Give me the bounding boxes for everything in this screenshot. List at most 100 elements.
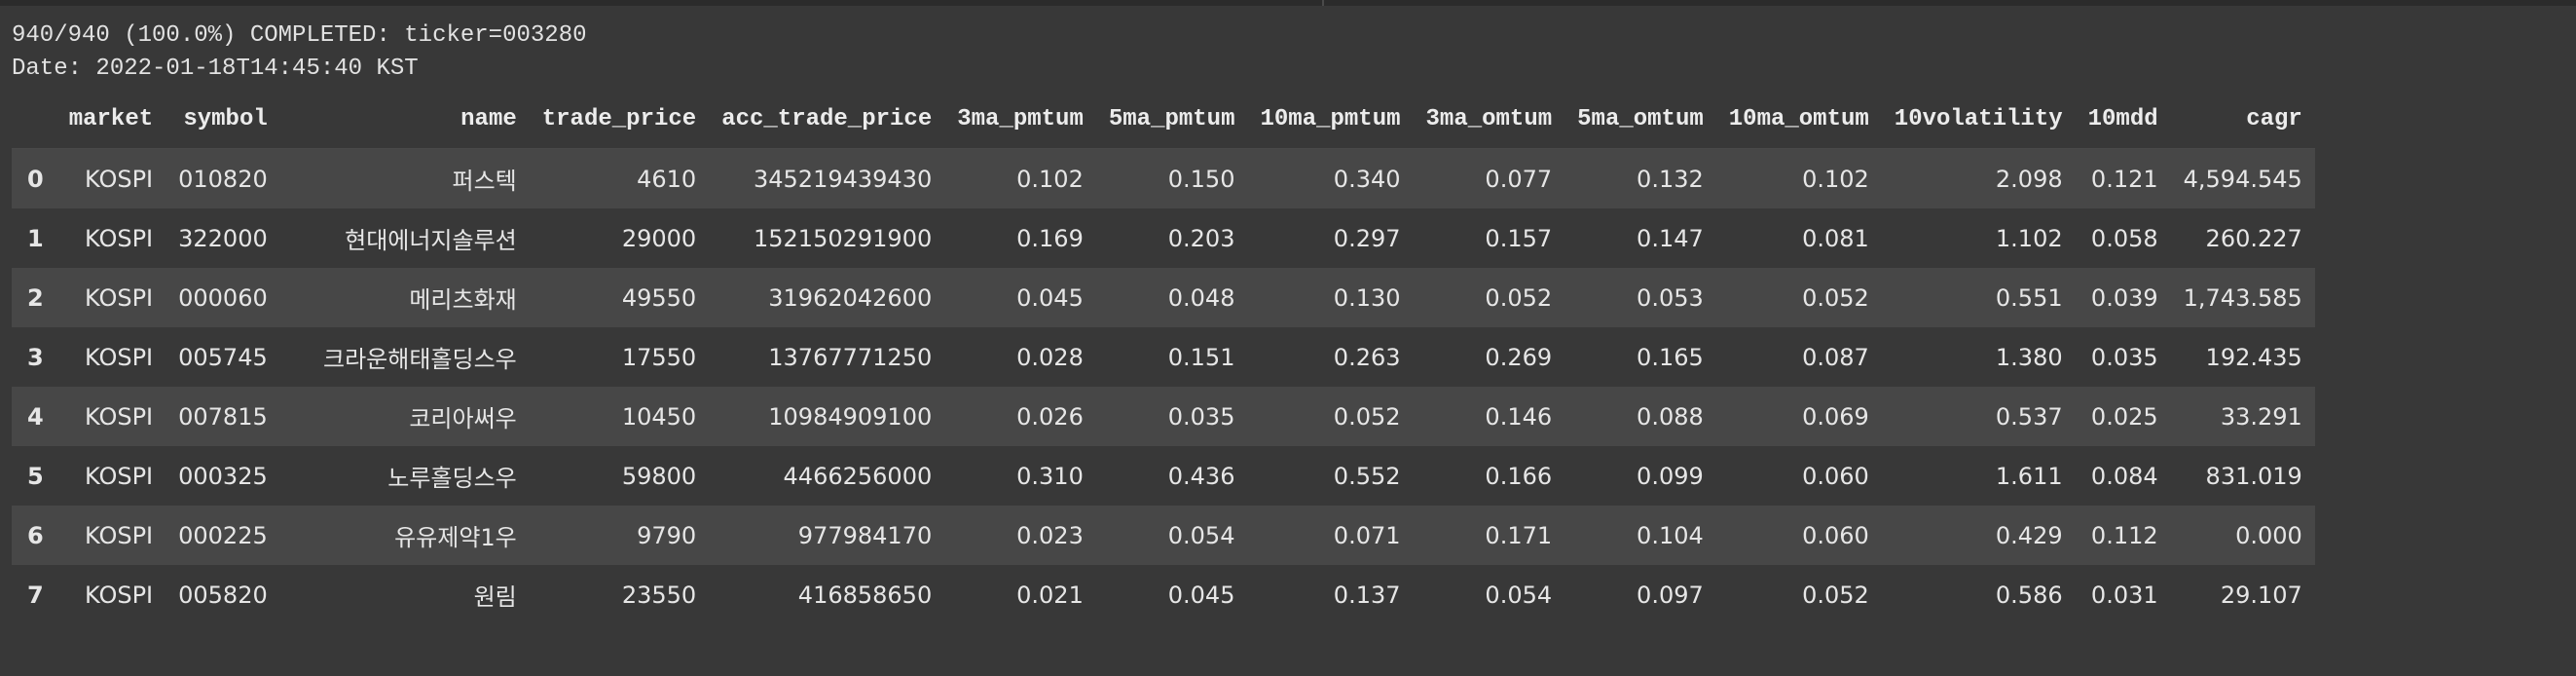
cell-5ma-omtum: 0.132: [1637, 165, 1704, 193]
cell-10volatility: 0.429: [1995, 521, 2063, 549]
cell-3ma-pmtum: 0.028: [1016, 343, 1084, 371]
cell-10ma-pmtum: 0.552: [1333, 462, 1401, 490]
cell-10ma-pmtum: 0.297: [1333, 224, 1401, 252]
cell-market: KOSPI: [85, 402, 154, 431]
cell-name: 노루홀딩스우: [387, 465, 517, 492]
cell-5ma-pmtum: 0.151: [1167, 343, 1235, 371]
column-header-market: market: [55, 91, 166, 149]
cell-10mdd: 0.035: [2090, 343, 2158, 371]
row-index-cell: 3: [27, 343, 44, 371]
cell-trade-price: 17550: [621, 343, 697, 371]
cell-10ma-pmtum: 0.052: [1333, 402, 1401, 431]
cell-5ma-omtum: 0.147: [1637, 224, 1704, 252]
table-row: 2 KOSPI 000060 메리츠화재 49550 31962042600 0.045 0.…: [12, 268, 2315, 327]
cell-market: KOSPI: [85, 283, 154, 312]
cell-name: 크라운해태홀딩스우: [323, 346, 517, 373]
cell-3ma-omtum: 0.171: [1485, 521, 1553, 549]
cell-5ma-pmtum: 0.035: [1167, 402, 1235, 431]
cell-top-border: [0, 0, 2576, 6]
cell-10ma-omtum: 0.087: [1802, 343, 1869, 371]
row-index-cell: 0: [27, 165, 44, 193]
cell-10ma-pmtum: 0.263: [1333, 343, 1401, 371]
table-row: 3 KOSPI 005745 크라운해태홀딩스우 17550 13767771250 0.0…: [12, 327, 2315, 387]
cell-10ma-omtum: 0.069: [1802, 402, 1869, 431]
cell-market: KOSPI: [85, 343, 154, 371]
column-header-10ma-pmtum: 10ma_pmtum: [1247, 91, 1414, 149]
cell-3ma-pmtum: 0.021: [1016, 581, 1084, 609]
column-header-10volatility: 10volatility: [1881, 91, 2076, 149]
cell-symbol: 322000: [178, 224, 268, 252]
cell-5ma-omtum: 0.088: [1637, 402, 1704, 431]
cell-name: 코리아써우: [409, 405, 517, 432]
cell-10mdd: 0.058: [2090, 224, 2158, 252]
cell-10volatility: 1.102: [1995, 224, 2063, 252]
cell-3ma-pmtum: 0.310: [1016, 462, 1084, 490]
table-row: 0 KOSPI 010820 퍼스텍 4610 345219439430 0.102 0.15…: [12, 148, 2315, 208]
cell-name: 메리츠화재: [409, 286, 517, 314]
cell-3ma-omtum: 0.052: [1485, 283, 1553, 312]
cell-3ma-omtum: 0.269: [1485, 343, 1553, 371]
cell-10mdd: 0.031: [2090, 581, 2158, 609]
cell-10ma-omtum: 0.102: [1802, 165, 1869, 193]
cell-10mdd: 0.112: [2090, 521, 2158, 549]
column-header-5ma-pmtum: 5ma_pmtum: [1095, 91, 1248, 149]
row-index-cell: 1: [27, 224, 44, 252]
cell-trade-price: 4610: [637, 165, 697, 193]
cell-5ma-pmtum: 0.150: [1167, 165, 1235, 193]
cell-acc-trade-price: 10984909100: [768, 402, 933, 431]
cell-trade-price: 9790: [637, 521, 697, 549]
cell-symbol: 007815: [178, 402, 268, 431]
table-row: 6 KOSPI 000225 유유제약1우 9790 977984170 0.023 0.05…: [12, 506, 2315, 565]
cell-trade-price: 59800: [621, 462, 697, 490]
cell-3ma-omtum: 0.146: [1485, 402, 1553, 431]
cell-10mdd: 0.121: [2090, 165, 2158, 193]
column-header-10ma-omtum: 10ma_omtum: [1715, 91, 1882, 149]
cell-output: 940/940 (100.0%) COMPLETED: ticker=00328…: [12, 19, 587, 86]
column-header-cagr: cagr: [2170, 91, 2315, 149]
cell-5ma-pmtum: 0.203: [1167, 224, 1235, 252]
column-header-trade-price: trade_price: [529, 91, 710, 149]
index-column-header: [12, 91, 56, 149]
cell-cagr: 33.291: [2220, 402, 2302, 431]
cell-market: KOSPI: [85, 462, 154, 490]
column-header-5ma-omtum: 5ma_omtum: [1564, 91, 1716, 149]
cell-acc-trade-price: 31962042600: [768, 283, 933, 312]
cell-symbol: 005820: [178, 581, 268, 609]
row-index-cell: 6: [27, 521, 44, 549]
column-header-name: name: [279, 91, 530, 149]
cell-trade-price: 23550: [621, 581, 697, 609]
cell-3ma-pmtum: 0.169: [1016, 224, 1084, 252]
cell-5ma-pmtum: 0.045: [1167, 581, 1235, 609]
cell-10ma-omtum: 0.052: [1802, 581, 1869, 609]
cell-3ma-omtum: 0.077: [1485, 165, 1553, 193]
cell-10volatility: 0.586: [1995, 581, 2063, 609]
cell-symbol: 000225: [178, 521, 268, 549]
row-index-cell: 5: [27, 462, 44, 490]
cell-acc-trade-price: 152150291900: [754, 224, 933, 252]
cell-symbol: 010820: [178, 165, 268, 193]
cell-acc-trade-price: 13767771250: [768, 343, 933, 371]
row-index-cell: 7: [27, 581, 44, 609]
cell-10mdd: 0.084: [2090, 462, 2158, 490]
cell-symbol: 000060: [178, 283, 268, 312]
cell-market: KOSPI: [85, 224, 154, 252]
cell-acc-trade-price: 416858650: [797, 581, 933, 609]
cell-5ma-pmtum: 0.048: [1167, 283, 1235, 312]
column-header-acc-trade-price: acc_trade_price: [709, 91, 945, 149]
cell-10volatility: 0.537: [1995, 402, 2063, 431]
cell-name: 유유제약1우: [394, 524, 517, 551]
cell-3ma-omtum: 0.054: [1485, 581, 1553, 609]
row-index-cell: 4: [27, 402, 44, 431]
cell-name: 현대에너지솔루션: [345, 227, 517, 254]
row-index-cell: 2: [27, 283, 44, 312]
cell-acc-trade-price: 977984170: [797, 521, 933, 549]
cell-cagr: 4,594.545: [2183, 165, 2302, 193]
cell-10mdd: 0.039: [2090, 283, 2158, 312]
cell-cagr: 192.435: [2205, 343, 2302, 371]
cell-name: 퍼스텍: [452, 168, 517, 195]
cell-trade-price: 29000: [621, 224, 697, 252]
cell-10volatility: 1.611: [1995, 462, 2063, 490]
cell-10ma-omtum: 0.052: [1802, 283, 1869, 312]
cell-10volatility: 1.380: [1995, 343, 2063, 371]
column-header-3ma-pmtum: 3ma_pmtum: [944, 91, 1096, 149]
